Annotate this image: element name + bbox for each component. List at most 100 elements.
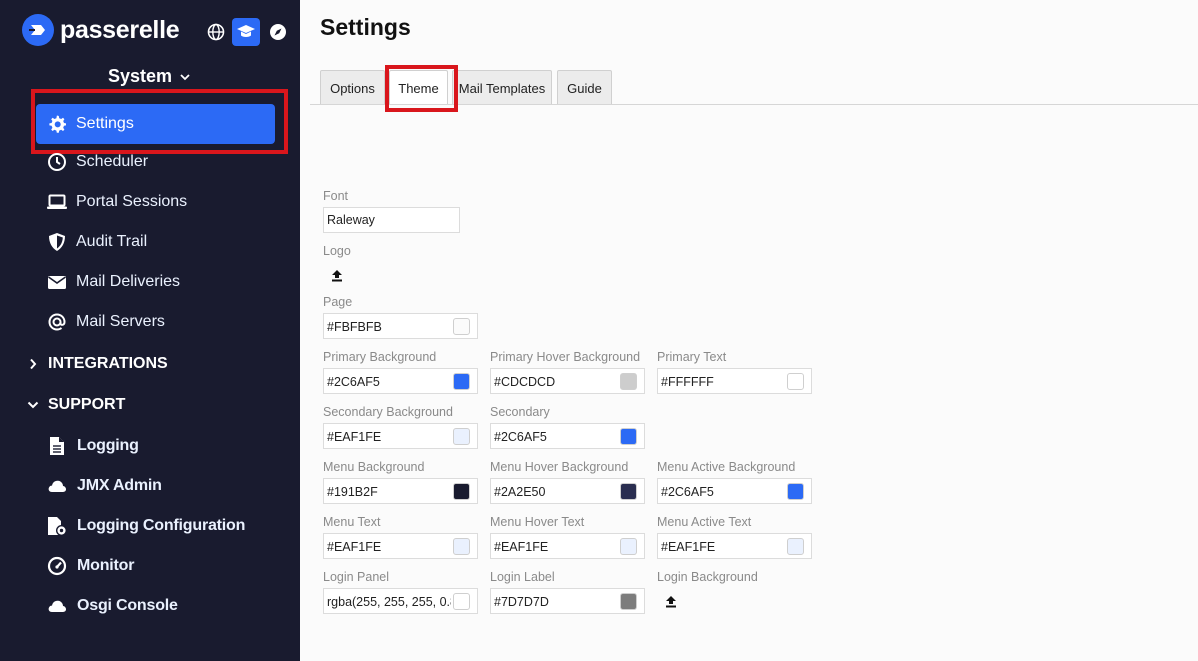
secondary-background-input[interactable]: #EAF1FE [323, 423, 478, 449]
login-panel-input[interactable]: rgba(255, 255, 255, 0.85) [323, 588, 478, 614]
primary-hover-background-input[interactable]: #CDCDCD [490, 368, 645, 394]
menu-hover-text-input[interactable]: #EAF1FE [490, 533, 645, 559]
sidebar-item-label: Monitor [77, 557, 135, 574]
sidebar-item-logging-configuration[interactable]: Logging Configuration [46, 511, 245, 541]
color-swatch[interactable] [620, 373, 637, 390]
color-value: #CDCDCD [494, 375, 556, 389]
upload-icon[interactable] [664, 594, 678, 608]
color-swatch[interactable] [453, 593, 470, 610]
chevron-down-icon [180, 70, 190, 84]
tab-guide[interactable]: Guide [557, 70, 612, 105]
primary-text-label: Primary Text [657, 350, 727, 364]
chevron-down-icon [26, 401, 40, 409]
sidebar-item-osgi-console[interactable]: Osgi Console [46, 591, 178, 621]
secondary-label: Secondary [490, 405, 550, 419]
main-content: Settings Options Theme Mail Templates Gu… [300, 0, 1198, 661]
color-value: #EAF1FE [494, 540, 549, 554]
cloud-icon [46, 475, 68, 497]
sidebar-item-logging[interactable]: Logging [46, 431, 139, 461]
section-support[interactable]: SUPPORT [26, 393, 125, 417]
tab-mail-templates[interactable]: Mail Templates [452, 70, 552, 105]
sidebar-item-jmx-admin[interactable]: JMX Admin [46, 471, 162, 501]
passerelle-logo-icon [22, 14, 54, 46]
upload-icon[interactable] [330, 268, 344, 282]
color-value: #EAF1FE [327, 540, 382, 554]
section-integrations[interactable]: INTEGRATIONS [26, 352, 168, 376]
page-title: Settings [320, 14, 411, 40]
cloud-icon [46, 595, 68, 617]
primary-hover-background-label: Primary Hover Background [490, 350, 641, 364]
color-value: #2C6AF5 [494, 430, 547, 444]
color-swatch[interactable] [787, 538, 804, 555]
page-label: Page [323, 295, 353, 309]
menu-background-label: Menu Background [323, 460, 425, 474]
primary-background-input[interactable]: #2C6AF5 [323, 368, 478, 394]
menu-hover-text-label: Menu Hover Text [490, 515, 585, 529]
clock-icon [46, 151, 68, 173]
color-swatch[interactable] [453, 318, 470, 335]
color-value: #FFFFFF [661, 375, 714, 389]
sidebar-item-audit-trail[interactable]: Audit Trail [36, 222, 275, 262]
menu-background-input[interactable]: #191B2F [323, 478, 478, 504]
secondary-input[interactable]: #2C6AF5 [490, 423, 645, 449]
menu-hover-background-input[interactable]: #2A2E50 [490, 478, 645, 504]
color-swatch[interactable] [620, 428, 637, 445]
color-value: #7D7D7D [494, 595, 549, 609]
menu-text-label: Menu Text [323, 515, 381, 529]
sidebar-item-label: Audit Trail [76, 233, 148, 250]
color-value: #2C6AF5 [327, 375, 380, 389]
sidebar-item-label: Portal Sessions [76, 193, 188, 210]
color-value: #2C6AF5 [661, 485, 714, 499]
color-value: #EAF1FE [661, 540, 716, 554]
logo-label: Logo [323, 244, 351, 258]
menu-text-input[interactable]: #EAF1FE [323, 533, 478, 559]
system-selector[interactable]: System [108, 66, 190, 87]
color-swatch[interactable] [453, 538, 470, 555]
tab-label: Mail Templates [458, 80, 546, 96]
menu-active-background-input[interactable]: #2C6AF5 [657, 478, 812, 504]
sidebar-item-label: Mail Servers [76, 313, 165, 330]
tab-label: Options [330, 80, 375, 96]
color-swatch[interactable] [453, 483, 470, 500]
sidebar-item-label: JMX Admin [77, 477, 162, 494]
gauge-icon [46, 555, 68, 577]
font-input[interactable]: Raleway [323, 207, 460, 233]
color-swatch[interactable] [787, 373, 804, 390]
highlight-box [385, 65, 458, 112]
shield-icon [46, 231, 68, 253]
font-label: Font [323, 189, 349, 203]
primary-text-input[interactable]: #FFFFFF [657, 368, 812, 394]
menu-active-text-input[interactable]: #EAF1FE [657, 533, 812, 559]
sidebar-item-portal-sessions[interactable]: Portal Sessions [36, 182, 275, 222]
color-swatch[interactable] [620, 538, 637, 555]
menu-hover-background-label: Menu Hover Background [490, 460, 629, 474]
color-swatch[interactable] [453, 428, 470, 445]
sidebar-item-scheduler[interactable]: Scheduler [36, 142, 275, 182]
color-swatch[interactable] [620, 483, 637, 500]
sidebar-item-mail-deliveries[interactable]: Mail Deliveries [36, 262, 275, 302]
sidebar-item-label: Mail Deliveries [76, 273, 181, 290]
color-swatch[interactable] [453, 373, 470, 390]
color-swatch[interactable] [620, 593, 637, 610]
color-swatch[interactable] [787, 483, 804, 500]
sidebar-item-monitor[interactable]: Monitor [46, 551, 134, 581]
menu-active-background-label: Menu Active Background [657, 460, 796, 474]
tab-label: Guide [567, 80, 602, 96]
section-label: SUPPORT [48, 396, 126, 413]
sidebar: passerelle System Settings Scheduler Por… [0, 0, 300, 661]
login-label-input[interactable]: #7D7D7D [490, 588, 645, 614]
login-label-label: Login Label [490, 570, 555, 584]
menu-active-text-label: Menu Active Text [657, 515, 752, 529]
globe-icon[interactable] [206, 22, 226, 42]
sidebar-item-mail-servers[interactable]: Mail Servers [36, 302, 275, 342]
page-color-input[interactable]: #FBFBFB [323, 313, 478, 339]
compass-icon[interactable] [268, 22, 288, 42]
tab-options[interactable]: Options [320, 70, 385, 105]
brand-name: passerelle [60, 15, 180, 44]
graduation-cap-icon[interactable] [232, 18, 260, 46]
color-value: #FBFBFB [327, 320, 382, 334]
brand[interactable]: passerelle [22, 14, 180, 46]
color-value: #EAF1FE [327, 430, 382, 444]
sidebar-item-label: Scheduler [76, 153, 149, 170]
sidebar-item-label: Osgi Console [77, 597, 178, 614]
